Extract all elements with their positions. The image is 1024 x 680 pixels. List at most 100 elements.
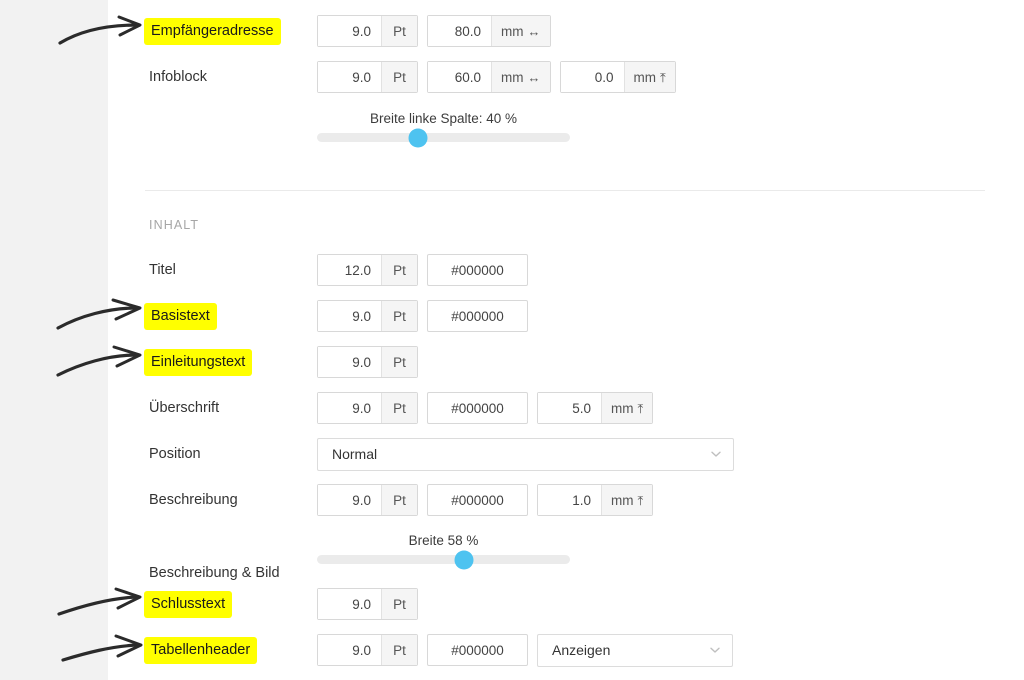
field-beschreibung-fontsize-unit: Pt [381, 485, 417, 515]
chevron-down-icon [708, 643, 722, 657]
unit-label-pt: Pt [393, 262, 406, 278]
settings-panel: Empfängeradresse 9.0 Pt 80.0 mm ↔ Infobl… [108, 0, 1024, 680]
field-titel-fontsize-value[interactable]: 12.0 [318, 255, 381, 285]
unit-label-pt: Pt [393, 308, 406, 324]
up-arrow-to-bar-icon: ⤒ [660, 69, 666, 85]
field-infoblock-width-value[interactable]: 60.0 [428, 62, 491, 92]
controls-titel: 12.0 Pt #000000 [317, 254, 528, 286]
field-ueberschrift-fontsize-unit: Pt [381, 393, 417, 423]
field-infoblock-width[interactable]: 60.0 mm ↔ [427, 61, 551, 93]
slider-beschreibung-bild: Breite 58 % [317, 533, 570, 569]
field-beschreibung-spacing[interactable]: 1.0 mm ⤒ [537, 484, 654, 516]
field-tabellenheader-fontsize-unit: Pt [381, 635, 417, 665]
field-titel-fontsize[interactable]: 12.0 Pt [317, 254, 418, 286]
controls-beschreibung: 9.0 Pt #000000 1.0 mm ⤒ [317, 484, 654, 516]
unit-label-pt: Pt [393, 642, 406, 658]
field-schlusstext-fontsize-unit: Pt [381, 589, 417, 619]
field-empfaengeradresse-fontsize-value[interactable]: 9.0 [318, 16, 381, 46]
controls-empfaengeradresse: 9.0 Pt 80.0 mm ↔ [317, 15, 551, 47]
field-basistext-color[interactable]: #000000 [427, 300, 528, 332]
row-label-infoblock: Infoblock [149, 69, 208, 85]
row-label-einleitungstext: Einleitungstext [144, 348, 253, 376]
field-ueberschrift-color[interactable]: #000000 [427, 392, 528, 424]
field-infoblock-spacing-value[interactable]: 0.0 [560, 62, 624, 92]
field-basistext-fontsize-value[interactable]: 9.0 [318, 301, 381, 331]
row-tabellenheader: Tabellenheader 9.0 Pt #000000 Anzeigen [108, 627, 1024, 673]
section-divider [145, 190, 985, 191]
controls-position: Normal [317, 437, 734, 471]
unit-label-mm: mm [633, 69, 657, 85]
slider-beschreibung-bild-caption: Breite 58 % [408, 533, 479, 548]
select-position[interactable]: Normal [317, 437, 734, 471]
field-tabellenheader-color[interactable]: #000000 [427, 634, 528, 666]
field-einleitungstext-fontsize-unit: Pt [381, 347, 417, 377]
field-infoblock-fontsize-value[interactable]: 9.0 [318, 62, 381, 92]
select-position-value: Normal [332, 446, 378, 462]
field-beschreibung-spacing-unit: mm ⤒ [601, 485, 653, 515]
field-tabellenheader-fontsize-value[interactable]: 9.0 [318, 635, 381, 665]
slider-breite-linke-spalte-thumb[interactable] [408, 128, 428, 147]
row-schlusstext: Schlusstext 9.0 Pt [108, 581, 1024, 627]
unit-label-pt: Pt [393, 400, 406, 416]
slider-beschreibung-bild-thumb[interactable] [454, 550, 474, 569]
field-schlusstext-fontsize[interactable]: 9.0 Pt [317, 588, 418, 620]
up-arrow-to-bar-icon: ⤒ [637, 492, 644, 508]
unit-label-pt: Pt [393, 596, 406, 612]
slider-beschreibung-bild-track[interactable] [317, 550, 570, 569]
row-einleitungstext: Einleitungstext 9.0 Pt [108, 339, 1024, 385]
unit-label-pt: Pt [393, 23, 406, 39]
field-tabellenheader-fontsize[interactable]: 9.0 Pt [317, 634, 418, 666]
row-label-empfaengeradresse: Empfängeradresse [144, 17, 281, 45]
slider-breite-linke-spalte-caption: Breite linke Spalte: 40 % [369, 111, 518, 126]
select-tabellenheader-visibility[interactable]: Anzeigen [537, 633, 733, 667]
field-einleitungstext-fontsize-value[interactable]: 9.0 [318, 347, 381, 377]
row-label-ueberschrift: Überschrift [149, 400, 220, 416]
row-position: Position Normal [108, 431, 1024, 477]
field-empfaengeradresse-width[interactable]: 80.0 mm ↔ [427, 15, 551, 47]
unit-label-mm: mm [611, 492, 634, 508]
field-titel-color[interactable]: #000000 [427, 254, 528, 286]
field-ueberschrift-fontsize-value[interactable]: 9.0 [318, 393, 381, 423]
row-basistext: Basistext 9.0 Pt #000000 [108, 293, 1024, 339]
field-schlusstext-fontsize-value[interactable]: 9.0 [318, 589, 381, 619]
left-gutter-panel [0, 0, 108, 680]
row-label-tabellenheader: Tabellenheader [144, 636, 258, 664]
horizontal-arrow-icon: ↔ [527, 23, 541, 39]
field-basistext-fontsize[interactable]: 9.0 Pt [317, 300, 418, 332]
field-beschreibung-fontsize-value[interactable]: 9.0 [318, 485, 381, 515]
field-beschreibung-color[interactable]: #000000 [427, 484, 528, 516]
slider-breite-linke-spalte: Breite linke Spalte: 40 % [317, 111, 570, 147]
field-infoblock-spacing[interactable]: 0.0 mm ⤒ [559, 61, 676, 93]
row-label-beschreibung-bild: Beschreibung & Bild [149, 565, 280, 581]
field-ueberschrift-spacing[interactable]: 5.0 mm ⤒ [537, 392, 654, 424]
row-titel: Titel 12.0 Pt #000000 [108, 247, 1024, 293]
unit-label-pt: Pt [393, 492, 406, 508]
controls-einleitungstext: 9.0 Pt [317, 346, 418, 378]
field-ueberschrift-spacing-value[interactable]: 5.0 [538, 393, 601, 423]
field-beschreibung-fontsize[interactable]: 9.0 Pt [317, 484, 418, 516]
unit-label-mm: mm [501, 23, 524, 39]
row-empfaengeradresse: Empfängeradresse 9.0 Pt 80.0 mm ↔ [108, 8, 1024, 54]
field-beschreibung-spacing-value[interactable]: 1.0 [538, 485, 601, 515]
field-empfaengeradresse-fontsize[interactable]: 9.0 Pt [317, 15, 418, 47]
controls-schlusstext: 9.0 Pt [317, 588, 418, 620]
row-ueberschrift: Überschrift 9.0 Pt #000000 5.0 mm ⤒ [108, 385, 1024, 431]
field-empfaengeradresse-width-value[interactable]: 80.0 [428, 16, 491, 46]
unit-label-pt: Pt [393, 69, 406, 85]
field-ueberschrift-spacing-unit: mm ⤒ [601, 393, 653, 423]
field-einleitungstext-fontsize[interactable]: 9.0 Pt [317, 346, 418, 378]
field-infoblock-width-unit: mm ↔ [491, 62, 550, 92]
field-infoblock-spacing-unit: mm ⤒ [623, 62, 675, 92]
controls-basistext: 9.0 Pt #000000 [317, 300, 528, 332]
unit-label-mm: mm [611, 400, 634, 416]
section-title-inhalt: INHALT [149, 218, 200, 232]
row-label-schlusstext: Schlusstext [144, 590, 233, 618]
chevron-down-icon [709, 447, 723, 461]
controls-infoblock: 9.0 Pt 60.0 mm ↔ 0.0 mm ⤒ [317, 61, 676, 93]
field-ueberschrift-fontsize[interactable]: 9.0 Pt [317, 392, 418, 424]
row-beschreibung: Beschreibung 9.0 Pt #000000 1.0 mm ⤒ [108, 477, 1024, 523]
slider-breite-linke-spalte-track[interactable] [317, 128, 570, 147]
horizontal-arrow-icon: ↔ [527, 69, 541, 85]
field-basistext-fontsize-unit: Pt [381, 301, 417, 331]
field-infoblock-fontsize[interactable]: 9.0 Pt [317, 61, 418, 93]
